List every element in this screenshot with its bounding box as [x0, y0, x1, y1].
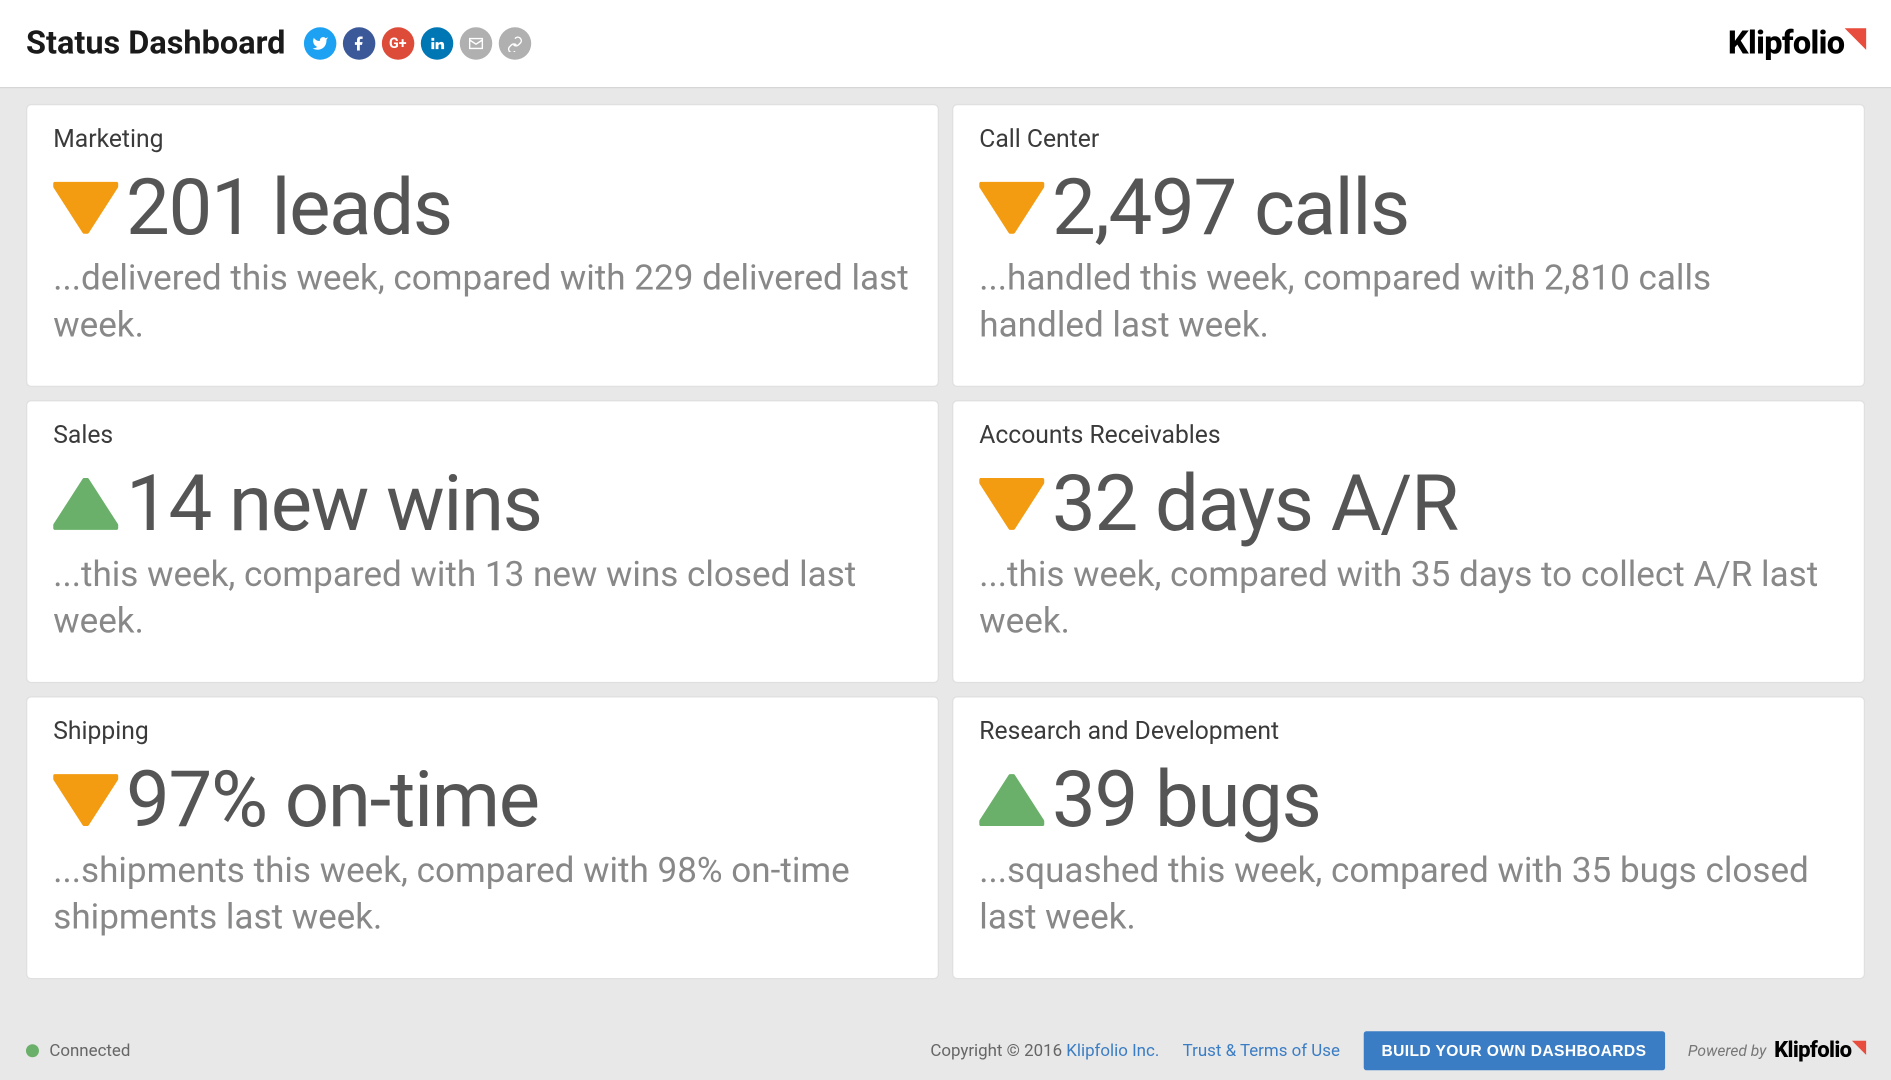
metric-row: 32 days A/R [979, 465, 1838, 543]
card-title: Research and Development [979, 716, 1838, 746]
triangle-up-icon [53, 478, 118, 530]
footer: Connected Copyright © 2016 Klipfolio Inc… [0, 1022, 1891, 1079]
metric-card: Accounts Receivables 32 days A/R ...this w… [952, 400, 1865, 683]
triangle-down-icon [53, 182, 118, 234]
card-title: Call Center [979, 123, 1838, 153]
metric-value: 2,497 calls [1052, 169, 1409, 247]
copyright-text: Copyright © 2016 Klipfolio Inc. [930, 1041, 1159, 1060]
card-title: Shipping [53, 716, 912, 746]
metric-row: 201 leads [53, 169, 912, 247]
metric-value: 14 new wins [126, 465, 542, 543]
email-icon[interactable] [459, 27, 491, 59]
metric-row: 14 new wins [53, 465, 912, 543]
metric-value: 39 bugs [1052, 761, 1321, 839]
brand-accent-icon: ◥ [1846, 21, 1865, 52]
triangle-up-icon [979, 774, 1044, 826]
footer-right: Copyright © 2016 Klipfolio Inc. Trust & … [930, 1031, 1865, 1070]
facebook-icon[interactable] [343, 27, 375, 59]
metric-value: 32 days A/R [1052, 465, 1458, 543]
company-link[interactable]: Klipfolio Inc. [1066, 1041, 1159, 1060]
metric-description: ...this week, compared with 13 new wins … [53, 551, 912, 646]
status-text: Connected [49, 1041, 130, 1060]
linkedin-icon[interactable] [421, 27, 453, 59]
build-dashboards-button[interactable]: BUILD YOUR OWN DASHBOARDS [1363, 1031, 1664, 1070]
brand-text: Klipfolio [1728, 25, 1845, 63]
metric-card: Marketing 201 leads ...delivered this week… [26, 104, 939, 387]
metric-value: 97% on-time [126, 761, 539, 839]
social-share-bar: G+ [304, 27, 531, 59]
card-title: Sales [53, 420, 912, 450]
header-left: Status Dashboard G+ [26, 25, 531, 63]
metric-row: 39 bugs [979, 761, 1838, 839]
triangle-down-icon [53, 774, 118, 826]
metric-value: 201 leads [126, 169, 452, 247]
metric-row: 97% on-time [53, 761, 912, 839]
terms-link[interactable]: Trust & Terms of Use [1183, 1041, 1340, 1060]
status-dot-icon [26, 1044, 39, 1057]
metric-card: Call Center 2,497 calls ...handled this we… [952, 104, 1865, 387]
card-title: Marketing [53, 123, 912, 153]
brand-logo-small[interactable]: Klipfolio◥ [1774, 1038, 1865, 1064]
metric-description: ...squashed this week, compared with 35 … [979, 847, 1838, 942]
powered-by: Powered by Klipfolio◥ [1688, 1038, 1865, 1064]
metric-description: ...this week, compared with 35 days to c… [979, 551, 1838, 646]
metric-description: ...delivered this week, compared with 22… [53, 255, 912, 350]
metric-description: ...shipments this week, compared with 98… [53, 847, 912, 942]
metric-card: Research and Development 39 bugs ...squash… [952, 696, 1865, 979]
brand-logo[interactable]: Klipfolio◥ [1728, 25, 1865, 63]
page-title: Status Dashboard [26, 25, 285, 63]
metric-card: Shipping 97% on-time ...shipments this wee… [26, 696, 939, 979]
metric-card: Sales 14 new wins ...this week, compared w… [26, 400, 939, 683]
googleplus-icon[interactable]: G+ [382, 27, 414, 59]
twitter-icon[interactable] [304, 27, 336, 59]
header: Status Dashboard G+ Klipfolio◥ [0, 0, 1891, 88]
card-title: Accounts Receivables [979, 420, 1838, 450]
link-icon[interactable] [498, 27, 530, 59]
brand-accent-icon: ◥ [1853, 1038, 1865, 1057]
footer-status: Connected [26, 1041, 130, 1060]
triangle-down-icon [979, 182, 1044, 234]
metric-description: ...handled this week, compared with 2,81… [979, 255, 1838, 350]
triangle-down-icon [979, 478, 1044, 530]
dashboard-grid: Marketing 201 leads ...delivered this week… [0, 88, 1891, 995]
metric-row: 2,497 calls [979, 169, 1838, 247]
